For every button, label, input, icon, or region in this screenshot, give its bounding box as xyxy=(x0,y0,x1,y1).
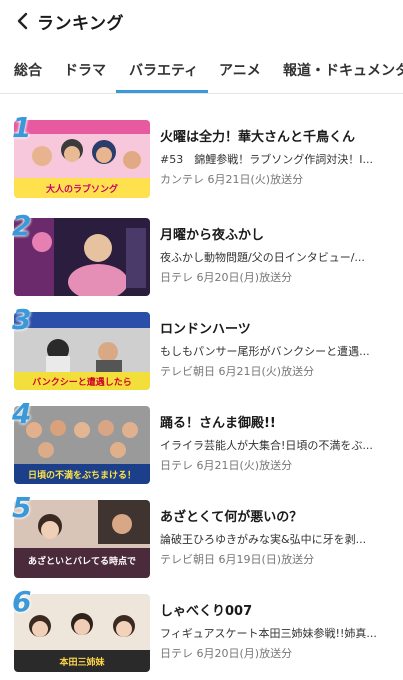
thumb-caption: 本田三姉妹 xyxy=(59,656,105,668)
show-title: 踊る！さんま御殿!! xyxy=(160,416,276,431)
show-title: あざとくて何が悪いの？ xyxy=(160,510,303,525)
thumb-caption: あざといとバレてる時点で xyxy=(28,555,136,567)
ranking-item-5[interactable]: あざといとバレてる時点で 5 あざとくて何が悪いの？ 論破王ひろゆきがみな実&弘… xyxy=(0,494,403,582)
rank-number: 6 xyxy=(12,585,32,618)
thumbnail: あざといとバレてる時点で xyxy=(14,500,150,578)
thumb-caption: 大人のラブソング xyxy=(46,183,118,195)
thumbnail: 大人のラブソング xyxy=(14,120,150,198)
rank-number: 1 xyxy=(12,111,32,144)
ranking-item-3[interactable]: バンクシーと遭遇したら 3 ロンドンハーツ もしもパンサー尾形がバンクシーと遭遇… xyxy=(0,306,403,394)
air-date: 6月19日(日)放送分 xyxy=(218,553,315,566)
thumbnail: 本田三姉妹 xyxy=(14,594,150,672)
tab-drama[interactable]: ドラマ xyxy=(64,60,106,80)
show-title: ロンドンハーツ xyxy=(160,322,251,337)
app-header: ランキング xyxy=(0,0,403,44)
thumb-caption: 日頃の不満をぶちまける！ xyxy=(28,469,136,481)
broadcaster: 日テレ xyxy=(160,647,193,660)
air-date: 6月21日(火)放送分 xyxy=(218,365,315,378)
air-info: 日テレ 6月20日(月)放送分 xyxy=(160,269,400,285)
episode-title: フィギュアスケート本田三姉妹参戦!!姉真... xyxy=(160,627,377,640)
air-info: 日テレ 6月21日(火)放送分 xyxy=(160,457,400,473)
broadcaster: テレビ朝日 xyxy=(160,365,215,378)
ranking-item-4[interactable]: 日頃の不満をぶちまける！ 4 踊る！さんま御殿!! イライラ芸能人が大集合!日頃… xyxy=(0,400,403,488)
tab-anime[interactable]: アニメ xyxy=(219,60,261,80)
air-info: 日テレ 6月20日(月)放送分 xyxy=(160,645,400,661)
air-info: カンテレ 6月21日(火)放送分 xyxy=(160,171,400,187)
air-date: 6月21日(火)放送分 xyxy=(207,173,304,186)
broadcaster: 日テレ xyxy=(160,271,193,284)
thumb-caption: バンクシーと遭遇したら xyxy=(32,376,131,388)
tab-news-documentary[interactable]: 報道・ドキュメンタリー xyxy=(283,60,403,80)
rank-number: 3 xyxy=(12,303,32,336)
chevron-left-icon xyxy=(17,12,28,30)
ranking-item-6[interactable]: 本田三姉妹 6 しゃべくり007 フィギュアスケート本田三姉妹参戦!!姉真...… xyxy=(0,588,403,676)
show-title: 月曜から夜ふかし xyxy=(160,228,265,243)
rank-number: 4 xyxy=(12,397,32,430)
episode-title: イライラ芸能人が大集合!日頃の不満をぶ... xyxy=(160,439,373,452)
show-title: 火曜は全力！華大さんと千鳥くん xyxy=(160,130,356,145)
air-date: 6月20日(月)放送分 xyxy=(196,647,293,660)
rank-number: 2 xyxy=(12,209,32,242)
thumbnail: 日頃の不満をぶちまける！ xyxy=(14,406,150,484)
ranking-item-2[interactable]: 2 月曜から夜ふかし 夜ふかし動物問題/父の日インタビュー/... 日テレ 6月… xyxy=(0,212,403,300)
air-date: 6月21日(火)放送分 xyxy=(196,459,293,472)
broadcaster: カンテレ xyxy=(160,173,204,186)
category-tabs: 総合 ドラマ バラエティ アニメ 報道・ドキュメンタリー xyxy=(0,50,403,94)
back-button[interactable] xyxy=(12,10,32,32)
broadcaster: 日テレ xyxy=(160,459,193,472)
active-tab-indicator xyxy=(116,90,208,93)
air-info: テレビ朝日 6月19日(日)放送分 xyxy=(160,551,400,567)
tab-variety[interactable]: バラエティ xyxy=(129,60,198,80)
show-title: しゃべくり007 xyxy=(160,604,253,619)
episode-title: 夜ふかし動物問題/父の日インタビュー/... xyxy=(160,251,365,264)
page-title: ランキング xyxy=(37,14,124,34)
broadcaster: テレビ朝日 xyxy=(160,553,215,566)
thumbnail xyxy=(14,218,150,296)
rank-number: 5 xyxy=(12,491,32,524)
episode-title: #53 錦鯉参戦！ラブソング作詞対決！Ⅰ... xyxy=(160,153,373,166)
episode-title: もしもパンサー尾形がバンクシーと遭遇... xyxy=(160,345,370,358)
ranking-item-1[interactable]: 大人のラブソング 1 火曜は全力！華大さんと千鳥くん #53 錦鯉参戦！ラブソン… xyxy=(0,114,403,202)
episode-title: 論破王ひろゆきがみな実&弘中に牙を剥... xyxy=(160,533,367,546)
air-info: テレビ朝日 6月21日(火)放送分 xyxy=(160,363,400,379)
air-date: 6月20日(月)放送分 xyxy=(196,271,293,284)
thumbnail: バンクシーと遭遇したら xyxy=(14,312,150,390)
tab-sougou[interactable]: 総合 xyxy=(14,60,42,80)
